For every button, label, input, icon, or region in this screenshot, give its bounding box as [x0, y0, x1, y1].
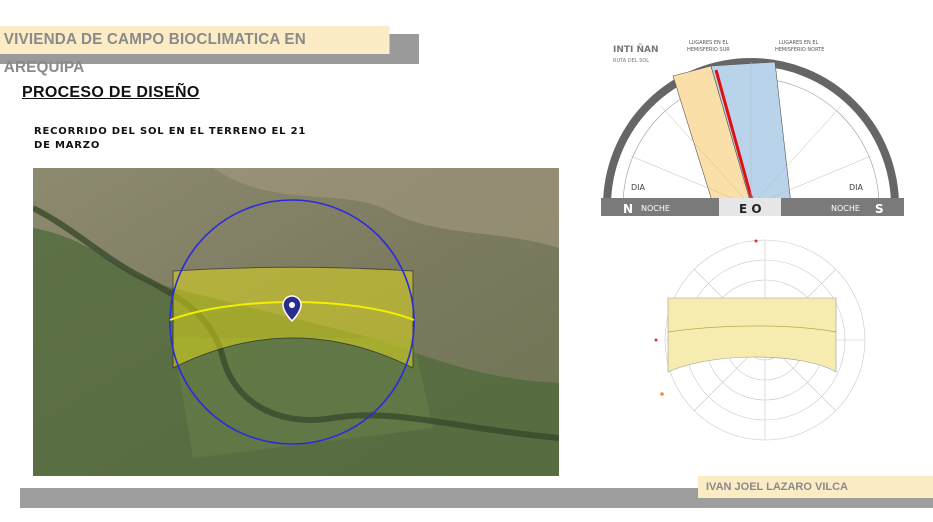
stereographic-sunpath: [654, 239, 866, 441]
marker-dot: [289, 302, 295, 308]
left-header-2: HEMISFERIO SUR: [687, 47, 730, 53]
protractor-brand: INTI ÑAN: [613, 44, 659, 55]
page-title: VIVIENDA DE CAMPO BIOCLIMATICA EN AREQUI…: [0, 26, 390, 76]
section-title: PROCESO DE DISEÑO: [22, 84, 200, 101]
night-left-label: NOCHE: [641, 204, 670, 213]
south-label: S: [875, 202, 884, 216]
sun-marker-icon: [660, 392, 664, 396]
protractor-subtitle: RUTA DEL SOL: [613, 58, 649, 64]
day-left-label: DIA: [631, 183, 646, 192]
right-header-1: LUGARES EN EL: [779, 40, 819, 46]
caption-line-1: RECORRIDO DEL SOL EN EL TERRENO EL 21: [34, 126, 307, 137]
satellite-map: [33, 168, 559, 476]
sunpath-protractor: INTI ÑAN RUTA DEL SOL LUGARES EN EL HEMI…: [601, 36, 904, 216]
day-right-label: DIA: [849, 183, 864, 192]
author-name: IVAN JOEL LAZARO VILCA: [698, 476, 933, 498]
right-header-2: HEMISFERIO NORTE: [775, 47, 824, 53]
north-marker-icon: [754, 239, 758, 243]
stereo-sun-band: [667, 297, 837, 373]
night-right-label: NOCHE: [831, 204, 860, 213]
map-caption: RECORRIDO DEL SOL EN EL TERRENO EL 21 DE…: [34, 125, 324, 153]
north-label: N: [623, 202, 633, 216]
left-header-1: LUGARES EN EL: [689, 40, 729, 46]
caption-line-2: DE MARZO: [34, 140, 101, 151]
east-west-label: E O: [739, 202, 762, 216]
west-marker-icon: [654, 338, 658, 342]
